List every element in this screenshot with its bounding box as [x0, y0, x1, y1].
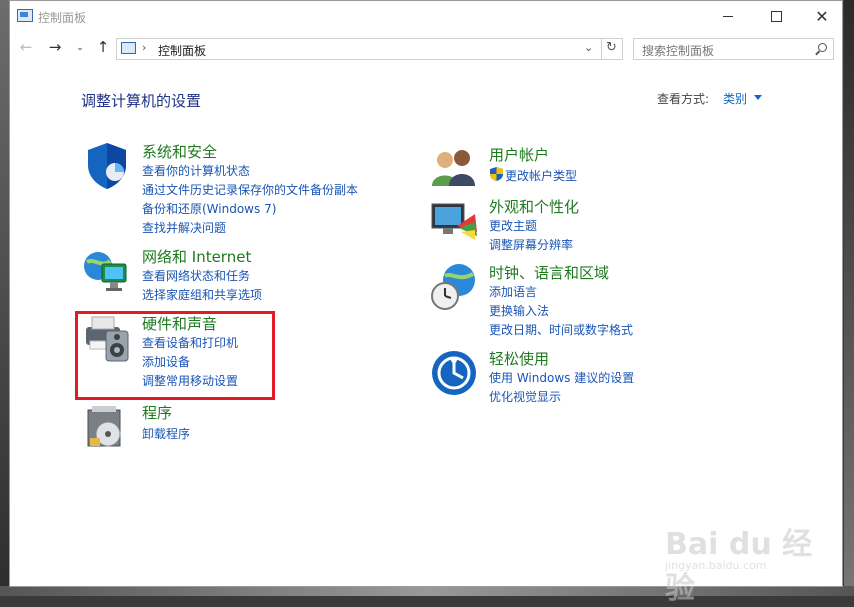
address-dropdown-icon[interactable]: ⌄ — [584, 41, 593, 54]
ease-of-access-icon[interactable] — [429, 348, 479, 398]
network-globe-icon[interactable] — [82, 246, 132, 296]
search-placeholder: 搜索控制面板 — [642, 44, 715, 58]
link-change-theme[interactable]: 更改主题 — [489, 217, 537, 234]
page-title: 调整计算机的设置 — [81, 92, 202, 110]
link-backup-restore[interactable]: 备份和还原(Windows 7) — [142, 200, 276, 217]
link-optimize-display[interactable]: 优化视觉显示 — [489, 388, 561, 405]
link-recommended-settings[interactable]: 使用 Windows 建议的设置 — [489, 369, 634, 386]
link-file-history-backup[interactable]: 通过文件历史记录保存你的文件备份副本 — [142, 181, 358, 198]
category-title[interactable]: 轻松使用 — [489, 348, 549, 369]
control-panel-small-icon — [121, 42, 136, 54]
close-button[interactable]: ✕ — [800, 1, 844, 32]
category-title[interactable]: 时钟、语言和区域 — [489, 262, 609, 283]
baidu-watermark: Bai du 经验 jingyan.baidu.com — [650, 511, 820, 606]
breadcrumb-control-panel[interactable]: 控制面板 — [158, 42, 206, 59]
category-title[interactable]: 系统和安全 — [142, 141, 217, 162]
dropdown-arrow-icon[interactable] — [754, 95, 762, 100]
recent-locations-button[interactable]: ⌄ — [70, 43, 90, 53]
link-screen-resolution[interactable]: 调整屏幕分辨率 — [489, 236, 573, 253]
link-view-computer-status[interactable]: 查看你的计算机状态 — [142, 162, 250, 179]
view-by-dropdown[interactable]: 类别 — [723, 90, 747, 107]
category-title[interactable]: 程序 — [142, 402, 172, 423]
category-clock-language-region: 时钟、语言和区域 添加语言 更换输入法 更改日期、时间或数字格式 — [429, 262, 809, 342]
search-input[interactable]: 搜索控制面板 — [633, 38, 834, 60]
view-by-label: 查看方式: — [657, 92, 710, 106]
address-bar: ← → ⌄ ↑ › 控制面板 ⌄ ↻ 搜索控制面板 — [10, 36, 842, 62]
category-programs: 程序 卸载程序 — [82, 402, 402, 452]
category-title[interactable]: 用户帐户 — [489, 144, 549, 165]
monitor-palette-icon[interactable] — [429, 196, 479, 246]
refresh-icon[interactable]: ↻ — [606, 40, 617, 55]
maximize-button[interactable] — [754, 1, 798, 32]
shield-icon[interactable] — [82, 141, 132, 191]
users-icon[interactable] — [429, 144, 479, 194]
up-button[interactable]: ↑ — [93, 38, 113, 56]
title-bar[interactable]: 控制面板 ✕ — [10, 1, 842, 32]
window-title: 控制面板 — [38, 11, 87, 25]
category-ease-of-access: 轻松使用 使用 Windows 建议的设置 优化视觉显示 — [429, 348, 809, 408]
address-divider — [601, 39, 602, 59]
programs-disc-icon[interactable] — [82, 402, 132, 452]
search-icon[interactable] — [818, 43, 827, 52]
category-appearance: 外观和个性化 更改主题 调整屏幕分辨率 — [429, 196, 809, 256]
link-uninstall-program[interactable]: 卸载程序 — [142, 425, 190, 442]
address-field[interactable]: › 控制面板 ⌄ ↻ — [116, 38, 623, 60]
link-add-language[interactable]: 添加语言 — [489, 283, 537, 300]
link-change-account-type[interactable]: 更改帐户类型 — [505, 167, 577, 184]
control-panel-window: 控制面板 ✕ ← → ⌄ ↑ › 控制面板 ⌄ ↻ 搜索控制面板 调整计算机的设… — [9, 0, 843, 606]
link-troubleshoot[interactable]: 查找并解决问题 — [142, 219, 226, 236]
category-network-internet: 网络和 Internet 查看网络状态和任务 选择家庭组和共享选项 — [82, 246, 402, 306]
link-homegroup-sharing[interactable]: 选择家庭组和共享选项 — [142, 286, 262, 303]
category-system-security: 系统和安全 查看你的计算机状态 通过文件历史记录保存你的文件备份副本 备份和还原… — [82, 141, 402, 241]
control-panel-icon — [17, 9, 33, 22]
link-network-status[interactable]: 查看网络状态和任务 — [142, 267, 250, 284]
category-title[interactable]: 外观和个性化 — [489, 196, 579, 217]
back-button[interactable]: ← — [16, 38, 36, 56]
forward-button[interactable]: → — [45, 38, 65, 56]
link-change-input-method[interactable]: 更换输入法 — [489, 302, 549, 319]
highlight-box-hardware-sound — [75, 311, 275, 400]
category-user-accounts: 用户帐户 更改帐户类型 — [429, 144, 809, 189]
breadcrumb-separator[interactable]: › — [142, 41, 146, 54]
category-title[interactable]: 网络和 Internet — [142, 246, 251, 267]
watermark-url: jingyan.baidu.com — [665, 559, 767, 572]
uac-shield-icon — [490, 167, 503, 181]
link-date-time-format[interactable]: 更改日期、时间或数字格式 — [489, 321, 633, 338]
clock-globe-icon[interactable] — [429, 262, 479, 312]
desktop-background-right — [844, 0, 854, 596]
minimize-button[interactable] — [706, 1, 750, 32]
